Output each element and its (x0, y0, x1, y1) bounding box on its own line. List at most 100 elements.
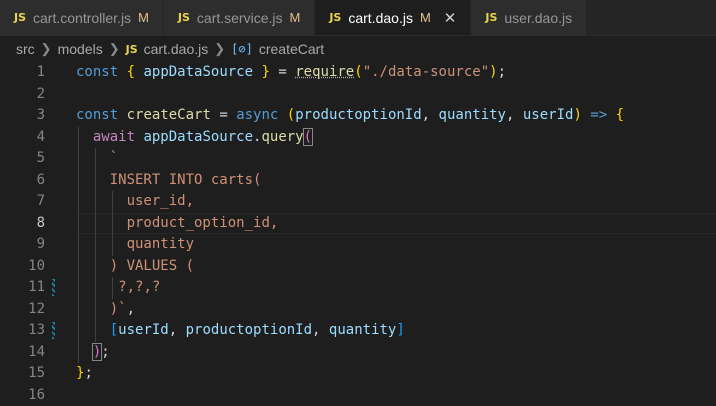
javascript-file-icon: JS (485, 11, 497, 24)
template-literal: ) VALUES ( (110, 258, 194, 274)
identifier: appDataSource (143, 129, 253, 145)
keyword: async (236, 107, 278, 123)
chevron-right-icon: ❯ (41, 41, 52, 57)
template-literal: user_id, (127, 193, 194, 209)
tab-cart-controller[interactable]: JS cart.controller.js M (0, 0, 164, 35)
code-line: 13 [userId, productoptionId, quantity] (0, 320, 716, 342)
code-line: 6 INSERT INTO carts( (0, 170, 716, 192)
code-line-content: INSERT INTO carts( (76, 170, 261, 192)
template-literal: )` (110, 301, 127, 317)
code-line-content: }; (76, 363, 93, 385)
chevron-right-icon: ❯ (109, 41, 120, 57)
template-literal: ?,?,? (118, 279, 160, 295)
line-number: 11 (0, 277, 76, 299)
tab-cart-service[interactable]: JS cart.service.js M (164, 0, 315, 35)
identifier: quantity (329, 322, 396, 338)
code-line: 16 (0, 385, 716, 406)
modified-badge: M (138, 10, 149, 25)
line-number: 14 (0, 342, 76, 364)
code-line-content: user_id, (76, 191, 194, 213)
javascript-file-icon: JS (178, 11, 190, 24)
keyword: const (76, 64, 118, 80)
line-number: 4 (0, 127, 76, 149)
keyword: await (93, 129, 135, 145)
javascript-file-icon: JS (329, 11, 341, 24)
code-line-content: ?,?,? (76, 277, 160, 299)
chevron-right-icon: ❯ (214, 41, 225, 57)
line-number: 3 (0, 105, 76, 127)
breadcrumb-folder-src[interactable]: src (16, 41, 35, 57)
tab-label: user.dao.js (504, 10, 572, 26)
breadcrumb-symbol[interactable]: createCart (259, 41, 324, 57)
bracket: ( (287, 107, 295, 123)
bracket: } (261, 64, 269, 80)
line-number: 10 (0, 256, 76, 278)
identifier: appDataSource (143, 64, 253, 80)
function-call: require (295, 64, 354, 80)
line-number: 9 (0, 234, 76, 256)
modified-badge: M (290, 10, 301, 25)
close-icon[interactable]: ✕ (444, 9, 457, 27)
punctuation: , (169, 322, 177, 338)
punctuation: , (127, 301, 135, 317)
breadcrumb-file[interactable]: cart.dao.js (144, 41, 209, 57)
template-literal: quantity (127, 236, 194, 252)
bracket: ( (304, 129, 312, 145)
operator: = (219, 107, 227, 123)
code-line-content: ) VALUES ( (76, 256, 194, 278)
code-line-content: ); (76, 342, 110, 364)
line-number: 8 (0, 213, 76, 235)
arrow-operator: => (590, 107, 607, 123)
bracket: [ (110, 322, 118, 338)
tab-label: cart.controller.js (33, 10, 131, 26)
keyword: const (76, 107, 118, 123)
code-line-content: await appDataSource.query( (76, 127, 312, 149)
code-line-active: 8 product_option_id, (0, 213, 716, 235)
identifier: productoptionId (186, 322, 312, 338)
tab-label: cart.dao.js (348, 10, 413, 26)
javascript-file-icon: JS (14, 11, 26, 24)
breadcrumb: src ❯ models ❯ JS cart.dao.js ❯ [⊘] crea… (0, 36, 716, 62)
identifier: userId (118, 322, 169, 338)
editor-tab-bar: JS cart.controller.js M JS cart.service.… (0, 0, 716, 36)
parameter: productoptionId (295, 107, 421, 123)
line-number: 16 (0, 385, 76, 406)
code-line: 7 user_id, (0, 191, 716, 213)
bracket: { (127, 64, 135, 80)
code-editor[interactable]: 1 const { appDataSource } = require("./d… (0, 62, 716, 406)
code-line-content: product_option_id, (76, 213, 278, 235)
code-line-content: [userId, productoptionId, quantity] (76, 320, 405, 342)
operator: = (278, 64, 286, 80)
breadcrumb-folder-models[interactable]: models (58, 41, 103, 57)
code-line: 9 quantity (0, 234, 716, 256)
function-name: createCart (127, 107, 211, 123)
parameter: userId (523, 107, 574, 123)
modified-line-indicator[interactable] (52, 322, 55, 339)
code-line: 11 ?,?,? (0, 277, 716, 299)
code-line-content: )`, (76, 299, 135, 321)
code-line-content: const createCart = async (productoptionI… (76, 105, 624, 127)
line-number: 13 (0, 320, 76, 342)
code-line: 4 await appDataSource.query( (0, 127, 716, 149)
punctuation: ; (101, 344, 109, 360)
code-line-content: ` (76, 148, 118, 170)
tab-user-dao[interactable]: JS user.dao.js (471, 0, 586, 35)
line-number: 6 (0, 170, 76, 192)
bracket: ( (354, 64, 362, 80)
template-literal: INSERT INTO carts( (110, 172, 262, 188)
tab-cart-dao[interactable]: JS cart.dao.js M ✕ (315, 0, 471, 35)
modified-line-indicator[interactable] (52, 279, 55, 296)
tab-label: cart.service.js (197, 10, 283, 26)
function-call: query (261, 129, 303, 145)
code-line: 15 }; (0, 363, 716, 385)
code-line: 14 ); (0, 342, 716, 364)
code-line: 5 ` (0, 148, 716, 170)
bracket: ] (396, 322, 404, 338)
punctuation: , (312, 322, 320, 338)
line-number: 5 (0, 148, 76, 170)
code-line: 3 const createCart = async (productoptio… (0, 105, 716, 127)
punctuation: , (506, 107, 514, 123)
modified-badge: M (420, 10, 431, 25)
code-line-content: const { appDataSource } = require("./dat… (76, 62, 506, 84)
line-number: 15 (0, 363, 76, 385)
